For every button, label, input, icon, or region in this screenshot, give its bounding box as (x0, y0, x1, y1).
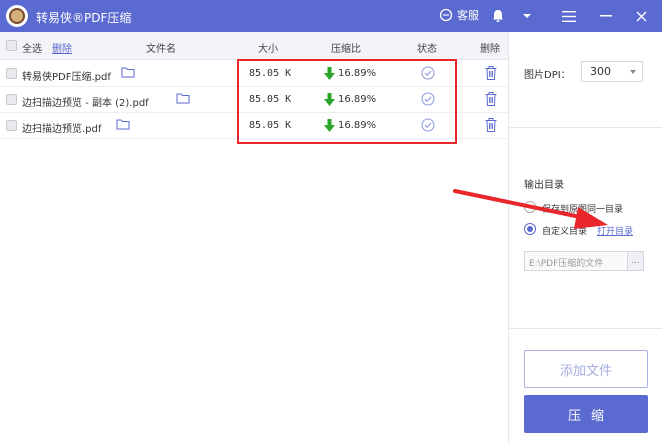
customer-service-label: 客服 (457, 9, 479, 22)
add-files-label: 添加文件 (559, 363, 612, 379)
chevron-down-icon (630, 70, 636, 74)
open-dir-link[interactable]: 打开目录 (597, 224, 633, 237)
divider (509, 328, 662, 329)
logo-icon (6, 5, 28, 27)
customer-service-button[interactable]: 客服 (439, 7, 479, 23)
file-name: 转易侠PDF压缩.pdf (22, 72, 111, 83)
delete-selected-link[interactable]: 删除 (52, 40, 72, 55)
col-size: 大小 (258, 44, 278, 55)
file-name: 边扫描边预览.pdf (22, 124, 102, 135)
bell-icon[interactable] (488, 6, 508, 26)
headset-icon (439, 8, 453, 22)
col-status: 状态 (417, 44, 437, 55)
app-title: 转易侠®PDF压缩 (36, 11, 132, 25)
file-name: 边扫描边预览 - 副本 (2).pdf (22, 98, 149, 109)
output-dir-title: 输出目录 (524, 180, 564, 191)
trash-icon[interactable] (484, 65, 498, 81)
folder-icon[interactable] (121, 66, 135, 78)
dpi-label: 图片DPI： (524, 70, 571, 81)
select-all-checkbox[interactable] (6, 40, 17, 51)
add-files-button[interactable]: 添加文件 (524, 350, 648, 388)
menu-icon[interactable] (559, 6, 579, 26)
col-ratio: 压缩比 (331, 44, 361, 55)
output-path-value: E:\PDF压缩的文件 (529, 259, 604, 269)
col-delete: 删除 (480, 44, 500, 55)
dpi-value: 300 (590, 65, 611, 78)
col-filename: 文件名 (146, 44, 176, 55)
compress-button[interactable]: 压缩 (524, 395, 648, 433)
row-checkbox[interactable] (6, 68, 17, 79)
row-checkbox[interactable] (6, 120, 17, 131)
radio-same-dir[interactable] (524, 201, 536, 213)
trash-icon[interactable] (484, 91, 498, 107)
compress-label: 压缩 (567, 408, 614, 424)
settings-panel: 图片DPI： 300 输出目录 保存到原图同一目录 自定义目录 打开目录 E:\… (508, 32, 662, 444)
output-path-field[interactable]: E:\PDF压缩的文件 (524, 251, 628, 271)
divider (509, 127, 662, 128)
dpi-select[interactable]: 300 (581, 61, 643, 82)
folder-icon[interactable] (176, 92, 190, 104)
radio-same-dir-label: 保存到原图同一目录 (542, 205, 624, 215)
caret-down-icon[interactable] (517, 6, 537, 26)
title-bar: 转易侠®PDF压缩 客服 (0, 0, 662, 32)
highlight-box (237, 59, 457, 144)
table-header: 全选 删除 文件名 大小 压缩比 状态 删除 (0, 32, 508, 60)
minimize-icon[interactable] (596, 6, 616, 26)
folder-icon[interactable] (116, 118, 130, 130)
radio-custom-dir-label: 自定义目录 (542, 227, 588, 237)
trash-icon[interactable] (484, 117, 498, 133)
row-checkbox[interactable] (6, 94, 17, 105)
select-all-label: 全选 (22, 44, 42, 55)
radio-custom-dir[interactable] (524, 223, 536, 235)
close-icon[interactable] (631, 6, 651, 26)
browse-button[interactable]: ... (628, 251, 644, 271)
